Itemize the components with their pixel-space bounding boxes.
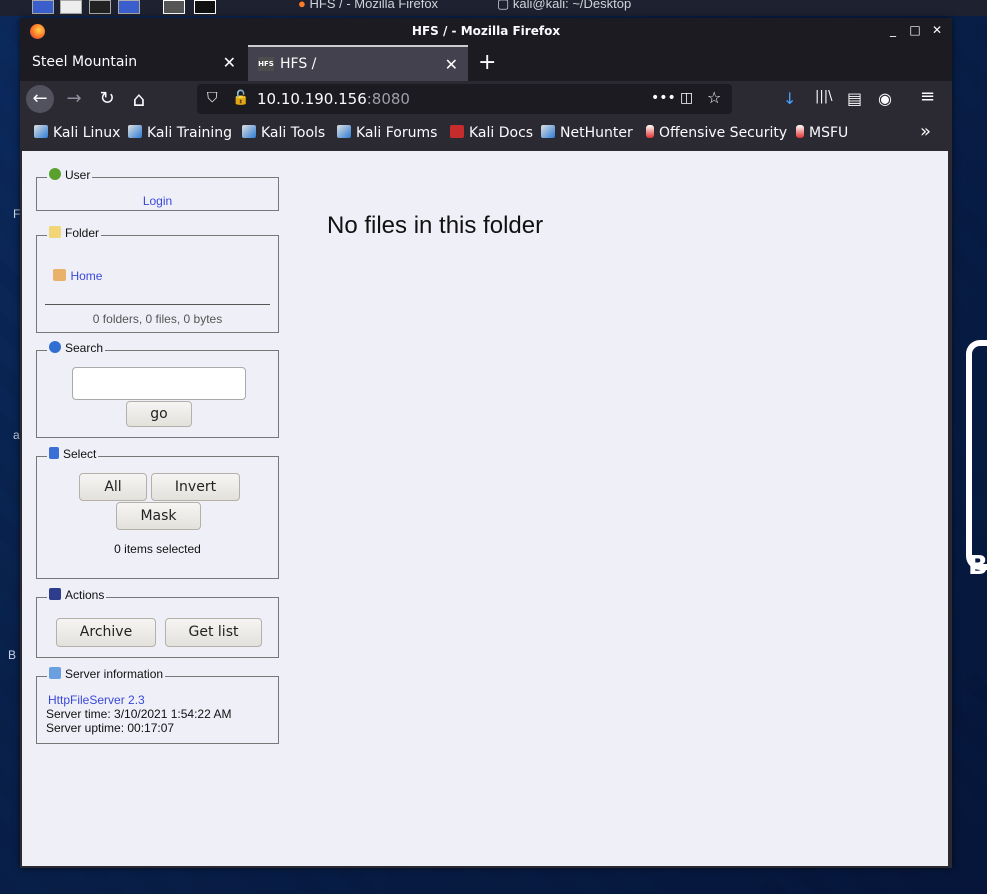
kali-icon bbox=[541, 125, 555, 138]
archive-button[interactable]: Archive bbox=[56, 618, 156, 647]
help-icon bbox=[49, 341, 61, 353]
bookmark-kali-forums[interactable]: Kali Forums bbox=[337, 125, 437, 141]
save-icon bbox=[49, 588, 61, 600]
get-list-button[interactable]: Get list bbox=[165, 618, 262, 647]
downloads-icon[interactable]: ↓ bbox=[783, 89, 796, 108]
docs-icon bbox=[450, 125, 464, 138]
page-content: User Login Folder Home 0 folders, 0 file… bbox=[22, 151, 948, 866]
folder-panel: Folder Home 0 folders, 0 files, 0 bytes bbox=[36, 226, 279, 333]
screenshot-icon[interactable] bbox=[118, 0, 140, 14]
kali-icon bbox=[34, 125, 48, 138]
account-icon[interactable]: ◉ bbox=[878, 89, 892, 108]
terminal-icon[interactable] bbox=[89, 0, 111, 14]
terminal-task-icon[interactable] bbox=[194, 0, 216, 14]
scissors-icon bbox=[49, 447, 59, 459]
firefox-task-icon[interactable] bbox=[163, 0, 185, 14]
bookmark-offensive-security[interactable]: Offensive Security bbox=[646, 125, 787, 141]
panel-caption: User bbox=[47, 168, 93, 182]
navigation-toolbar: ← → ↻ ⌂ ⛉ 🔓 10.10.190.156:8080 ••• ◫ ☆ ↓… bbox=[20, 81, 952, 117]
user-icon bbox=[49, 168, 61, 180]
home-link-row[interactable]: Home bbox=[53, 267, 102, 285]
maximize-button[interactable]: □ bbox=[908, 23, 922, 37]
tab-close-icon[interactable]: ✕ bbox=[445, 55, 458, 74]
home-button[interactable]: ⌂ bbox=[125, 85, 153, 113]
sidebar-icon[interactable]: ▤ bbox=[847, 89, 862, 108]
desktop-edge-text: a bbox=[13, 428, 20, 442]
flask-icon bbox=[646, 125, 654, 138]
page-actions-icon[interactable]: ••• bbox=[651, 90, 676, 106]
forward-button[interactable]: → bbox=[60, 85, 88, 113]
close-window-button[interactable]: ✕ bbox=[930, 23, 944, 37]
search-go-button[interactable]: go bbox=[126, 401, 192, 427]
desktop-wallpaper-art bbox=[966, 340, 987, 570]
desktop-edge-text: B bbox=[8, 648, 17, 662]
window-titlebar[interactable]: HFS / - Mozilla Firefox _ □ ✕ bbox=[20, 18, 952, 45]
tab-label: Steel Mountain bbox=[32, 54, 138, 70]
kali-icon bbox=[128, 125, 142, 138]
server-uptime: Server uptime: 00:17:07 bbox=[46, 721, 175, 735]
server-time: Server time: 3/10/2021 1:54:22 AM bbox=[46, 707, 232, 721]
back-button[interactable]: ← bbox=[26, 85, 54, 113]
kali-icon bbox=[337, 125, 351, 138]
server-icon bbox=[49, 667, 61, 679]
panel-caption: Server information bbox=[47, 667, 166, 681]
mask-button[interactable]: Mask bbox=[116, 502, 201, 530]
app-launcher-icon[interactable] bbox=[32, 0, 54, 14]
window-title: HFS / - Mozilla Firefox bbox=[411, 24, 561, 38]
tab-hfs[interactable]: HFS HFS / ✕ bbox=[248, 45, 468, 81]
pocket-icon[interactable]: ◫ bbox=[680, 90, 693, 106]
url-bar[interactable]: ⛉ 🔓 10.10.190.156:8080 ••• ◫ ☆ bbox=[197, 84, 732, 114]
panel-caption: Folder bbox=[47, 226, 102, 240]
panel-caption: Select bbox=[47, 447, 99, 461]
tab-steel-mountain[interactable]: Steel Mountain ✕ bbox=[22, 45, 246, 81]
search-panel: Search go bbox=[36, 341, 279, 438]
firefox-window: HFS / - Mozilla Firefox _ □ ✕ Steel Moun… bbox=[20, 18, 952, 868]
bookmark-kali-training[interactable]: Kali Training bbox=[128, 125, 232, 141]
panel-caption: Actions bbox=[47, 588, 107, 602]
select-panel: Select All Invert Mask 0 items selected bbox=[36, 447, 279, 579]
hfs-version-link[interactable]: HttpFileServer 2.3 bbox=[48, 693, 145, 707]
bookmark-kali-linux[interactable]: Kali Linux bbox=[34, 125, 120, 141]
new-tab-button[interactable]: + bbox=[478, 50, 496, 75]
hfs-favicon-icon: HFS bbox=[258, 57, 274, 71]
reload-button[interactable]: ↻ bbox=[93, 85, 121, 113]
select-all-button[interactable]: All bbox=[79, 473, 147, 501]
search-input[interactable] bbox=[72, 367, 246, 400]
bookmarks-toolbar: Kali Linux Kali Training Kali Tools Kali… bbox=[20, 117, 952, 151]
taskbar-terminal-entry[interactable]: ▢ kali@kali: ~/Desktop bbox=[497, 0, 631, 16]
tracking-shield-icon[interactable]: ⛉ bbox=[207, 90, 218, 106]
kali-icon bbox=[242, 125, 256, 138]
taskbar-firefox-entry[interactable]: ● HFS / - Mozilla Firefox bbox=[298, 0, 438, 16]
bookmark-kali-tools[interactable]: Kali Tools bbox=[242, 125, 325, 141]
empty-folder-message: No files in this folder bbox=[327, 212, 544, 239]
minimize-button[interactable]: _ bbox=[886, 23, 900, 37]
actions-panel: Actions Archive Get list bbox=[36, 588, 279, 658]
insecure-lock-icon[interactable]: 🔓 bbox=[232, 90, 249, 106]
login-link[interactable]: Login bbox=[37, 194, 278, 208]
desktop-wallpaper-letter: B bbox=[968, 551, 987, 581]
library-icon[interactable]: |||\ bbox=[815, 89, 833, 104]
file-manager-icon[interactable] bbox=[60, 0, 82, 14]
home-icon bbox=[53, 269, 66, 281]
bookmark-star-icon[interactable]: ☆ bbox=[707, 88, 721, 107]
panel-caption: Search bbox=[47, 341, 106, 355]
invert-selection-button[interactable]: Invert bbox=[151, 473, 240, 501]
folder-icon bbox=[49, 226, 61, 238]
bookmark-msfu[interactable]: MSFU bbox=[796, 125, 848, 141]
folder-divider bbox=[45, 304, 270, 305]
folder-summary: 0 folders, 0 files, 0 bytes bbox=[92, 312, 223, 326]
url-text[interactable]: 10.10.190.156:8080 bbox=[257, 90, 410, 108]
tab-label: HFS / bbox=[280, 56, 317, 72]
server-info-panel: Server information HttpFileServer 2.3 Se… bbox=[36, 667, 279, 744]
menu-icon[interactable]: ≡ bbox=[920, 86, 935, 107]
selection-status: 0 items selected bbox=[114, 542, 201, 556]
home-link[interactable]: Home bbox=[70, 269, 102, 283]
tab-close-icon[interactable]: ✕ bbox=[223, 53, 236, 72]
bookmark-kali-docs[interactable]: Kali Docs bbox=[450, 125, 533, 141]
bookmark-nethunter[interactable]: NetHunter bbox=[541, 125, 633, 141]
user-panel: User Login bbox=[36, 168, 279, 211]
flask-icon bbox=[796, 125, 804, 138]
desktop-top-panel: ● HFS / - Mozilla Firefox ▢ kali@kali: ~… bbox=[0, 0, 987, 16]
bookmarks-overflow-button[interactable]: » bbox=[920, 121, 931, 142]
